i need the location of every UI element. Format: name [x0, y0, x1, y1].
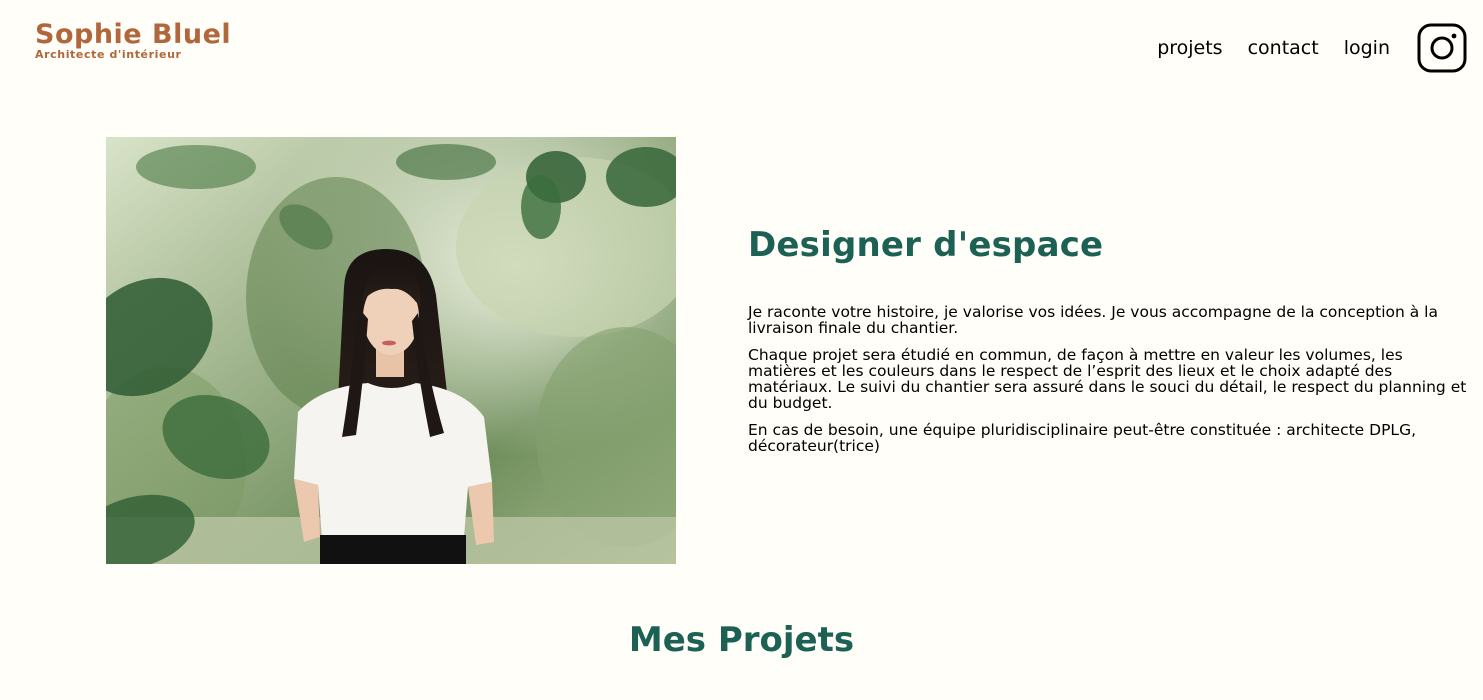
- portrait-photo: [106, 137, 676, 564]
- instagram-icon[interactable]: [1417, 23, 1467, 73]
- nav-contact-link[interactable]: contact: [1248, 22, 1319, 74]
- projects-title: Mes Projets: [628, 620, 855, 660]
- intro-paragraph: Je raconte votre histoire, je valorise v…: [748, 303, 1438, 337]
- intro-paragraph: Chaque projet sera étudié en commun, de …: [748, 346, 1467, 412]
- main-nav: projets contact login: [1157, 22, 1467, 74]
- nav-projets-link[interactable]: projets: [1157, 22, 1222, 74]
- nav-login-link[interactable]: login: [1344, 22, 1390, 74]
- intro-text: Je raconte votre histoire, je valorise v…: [748, 304, 1468, 465]
- page: Sophie Bluel Architecte d'intérieur proj…: [0, 0, 1483, 700]
- intro-title: Designer d'espace: [748, 225, 1104, 265]
- logo[interactable]: Sophie Bluel Architecte d'intérieur: [35, 16, 231, 62]
- intro-paragraph: En cas de besoin, une équipe pluridiscip…: [748, 421, 1417, 455]
